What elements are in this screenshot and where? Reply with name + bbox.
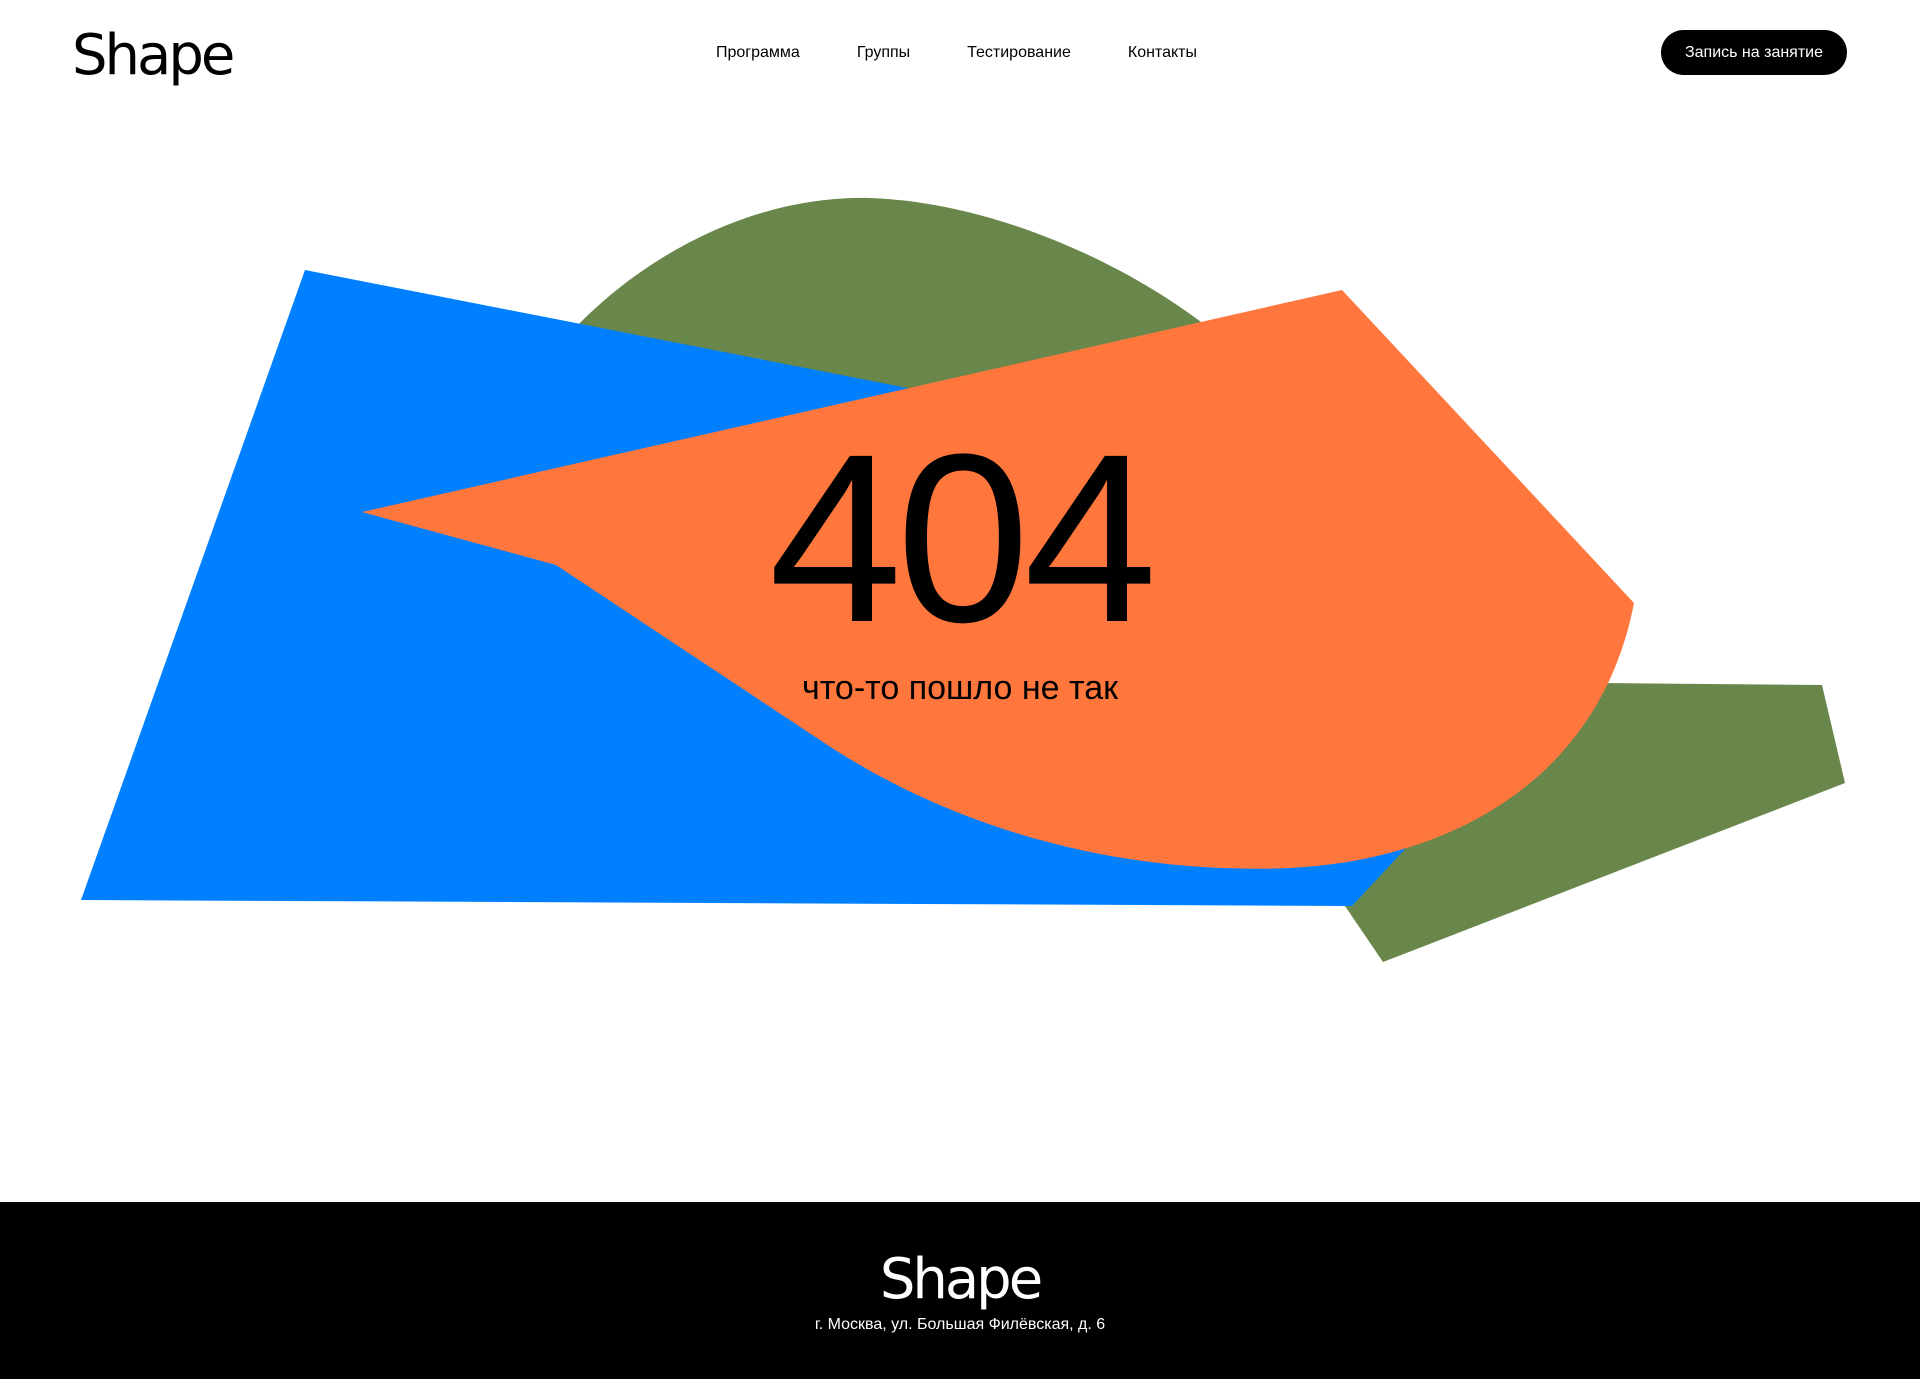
signup-button[interactable]: Запись на занятие	[1661, 30, 1847, 75]
main-nav: Программа Группы Тестирование Контакты	[716, 42, 1197, 64]
nav-item-contacts[interactable]: Контакты	[1128, 42, 1197, 64]
error-code: 404	[768, 404, 1157, 672]
site-footer: Shape г. Москва, ул. Большая Филёвская, …	[0, 1202, 1920, 1379]
logo[interactable]: Shape	[72, 20, 235, 92]
site-header: Shape Программа Группы Тестирование Конт…	[0, 0, 1920, 106]
footer-logo[interactable]: Shape	[0, 1244, 1920, 1316]
error-message: что-то пошло не так	[802, 669, 1118, 707]
nav-item-program[interactable]: Программа	[716, 42, 800, 64]
page: Shape Программа Группы Тестирование Конт…	[0, 0, 1920, 1379]
footer-address: г. Москва, ул. Большая Филёвская, д. 6	[814, 1316, 1106, 1333]
nav-item-testing[interactable]: Тестирование	[967, 42, 1071, 64]
nav-item-groups[interactable]: Группы	[857, 42, 910, 64]
